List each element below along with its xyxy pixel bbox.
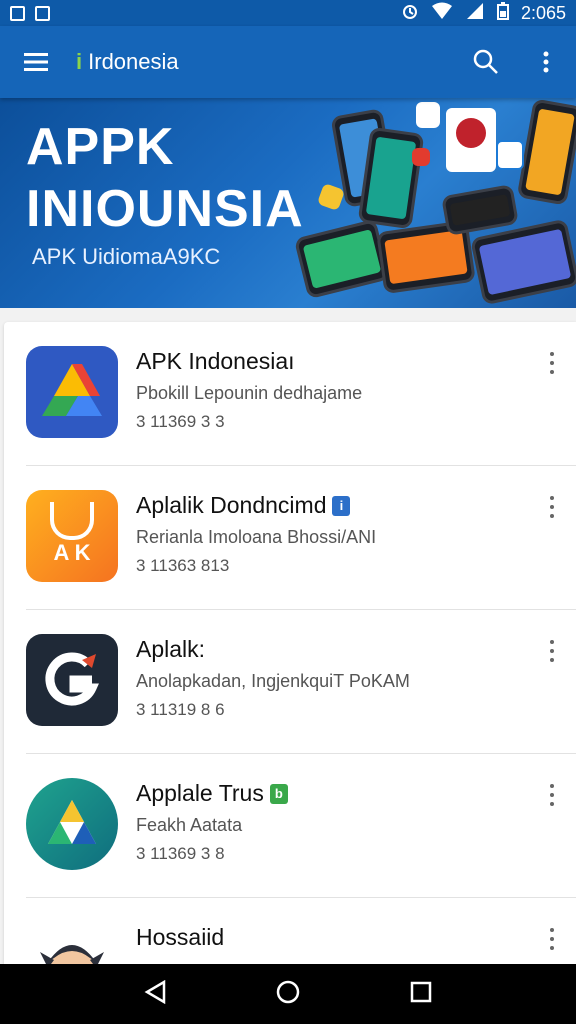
status-time: 2:065 [520,2,566,23]
tag-illustration [412,148,430,166]
more-vert-icon [543,51,549,73]
avatar-app-icon [26,922,118,964]
back-button[interactable] [144,979,166,1009]
app-title-text: Aplalik Dondncimd [136,492,327,518]
app-title: Aplalik Dondncimd i [136,492,516,519]
more-vert-icon[interactable] [540,638,564,664]
search-icon [473,49,498,74]
poster-illustration [446,108,496,172]
triangle-app-icon [26,778,118,870]
app-meta: 3 11363 813 [136,556,230,575]
more-vert-icon[interactable] [540,926,564,952]
recents-icon [410,981,431,1002]
system-nav-bar [0,964,576,1024]
banner-title-line1: APPK [26,118,175,176]
title-accent: i [76,49,83,74]
tablet-illustration [293,218,391,300]
more-vert-icon[interactable] [540,350,564,376]
list-item[interactable]: Applale Trus b Feakh Aatata 3 11369 3 8 [26,754,576,898]
app-title-text: Applale Trus [136,780,264,806]
list-item[interactable]: Hossaiid [26,898,576,964]
g-app-icon [26,634,118,726]
promo-banner[interactable]: APPK INIOUNSIA APK UidiomaA9KC [0,98,576,308]
title-text: Irdonesia [88,49,179,74]
play-icon [496,140,524,170]
list-item[interactable]: APK Indonesiaı Pbokill Lepounin dedhajam… [26,322,576,466]
app-subtitle: Rerianla Imoloana Bhossi/ANI [136,527,377,547]
signal-icon [465,2,485,25]
recents-button[interactable] [410,981,432,1008]
back-icon [144,979,166,1004]
app-title-text: APK Indonesiaı [136,348,295,374]
app-meta: 3 11369 3 3 [136,412,225,431]
app-subtitle: Anolapkadan, IngjenkquiT PoKAM [136,671,410,691]
banner-subtitle: APK UidiomaA9KC [32,244,221,269]
app-title: Applale Trus b [136,780,516,807]
menu-button[interactable] [0,26,72,98]
gallery-notification-icon [35,5,50,21]
tablet-illustration [441,184,519,236]
alarm-icon [401,2,419,25]
tablet-illustration [470,218,576,306]
status-bar: 2:065 [0,0,576,26]
list-item[interactable]: A K Aplalik Dondncimd i Rerianla Imoloan… [26,466,576,610]
banner-title: APPK INIOUNSIA [26,116,304,240]
phone-illustration [516,98,576,206]
app-title-text: Hossaiid [136,924,225,950]
app-title: Hossaiid [136,924,516,951]
overflow-menu-button[interactable] [516,26,576,98]
battery-icon [496,1,509,25]
app-bar: i Irdonesia [0,26,576,98]
app-list: APK Indonesiaı Pbokill Lepounin dedhajam… [4,322,576,964]
search-button[interactable] [456,26,516,98]
app-meta: 3 11369 3 8 [136,844,225,863]
app-subtitle: Pbokill Lepounin dedhajame [136,383,363,403]
app-title: APK Indonesiaı [136,348,516,375]
hamburger-icon [24,53,48,71]
more-vert-icon[interactable] [540,782,564,808]
app-title-text: Aplalk: [136,636,206,662]
poster-illustration [416,102,440,128]
more-vert-icon[interactable] [540,494,564,520]
apk-icon-label: A K [53,540,91,565]
app-subtitle: Feakh Aatata [136,815,243,835]
app-title: Aplalk: [136,636,516,663]
home-button[interactable] [275,979,301,1010]
apk-app-icon: A K [26,490,118,582]
app-meta: 3 11319 8 6 [136,700,225,719]
notification-icon [10,5,25,21]
play-badge-icon: b [269,783,288,804]
info-badge-icon: i [332,495,351,516]
wifi-icon [431,2,453,25]
banner-title-line2: INIOUNSIA [26,180,304,238]
app-title: i Irdonesia [76,49,179,75]
drive-app-icon [26,346,118,438]
list-item[interactable]: Aplalk: Anolapkadan, IngjenkquiT PoKAM 3… [26,610,576,754]
tag-illustration [316,182,346,212]
home-icon [276,980,300,1003]
